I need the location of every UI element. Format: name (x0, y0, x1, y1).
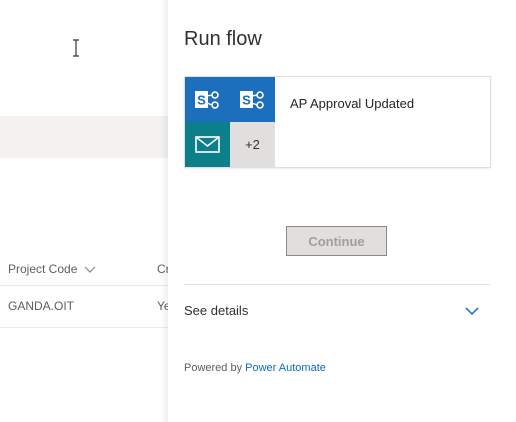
flow-card[interactable]: S S +2 AP Approval Updated (184, 76, 491, 168)
svg-text:S: S (242, 93, 251, 108)
chevron-down-icon[interactable] (464, 303, 480, 319)
powered-by: Powered by Power Automate (184, 362, 326, 374)
powered-by-prefix: Powered by (184, 362, 246, 374)
see-details-toggle[interactable]: See details (184, 300, 490, 324)
header-divider (0, 285, 168, 286)
chevron-down-icon[interactable] (84, 263, 96, 275)
row-divider (0, 327, 168, 328)
mail-icon (195, 136, 220, 153)
connector-tile: S (185, 77, 230, 122)
svg-text:S: S (197, 93, 206, 108)
panel-shadow (160, 0, 168, 422)
column-header-project-code[interactable]: Project Code (8, 262, 77, 280)
more-connectors-count: +2 (230, 122, 275, 167)
cell-project-code: GANDA.OIT (8, 299, 75, 313)
see-details-label: See details (184, 303, 249, 318)
run-flow-panel: Run flow S S +2 AP Approval Updated Cont… (168, 18, 516, 422)
sharepoint-icon: S (240, 91, 264, 109)
divider (184, 284, 490, 285)
connector-tile: S (230, 77, 275, 122)
continue-button[interactable]: Continue (286, 226, 387, 256)
power-automate-link[interactable]: Power Automate (245, 362, 326, 374)
background-list-page: Project Code Cr GANDA.OIT Ye (0, 0, 168, 422)
sharepoint-icon: S (195, 91, 219, 109)
command-bar (0, 116, 168, 158)
panel-title: Run flow (184, 28, 262, 50)
text-cursor-icon (73, 39, 79, 57)
top-strip (0, 0, 168, 18)
flow-name: AP Approval Updated (290, 96, 415, 111)
connector-tile (185, 122, 230, 167)
